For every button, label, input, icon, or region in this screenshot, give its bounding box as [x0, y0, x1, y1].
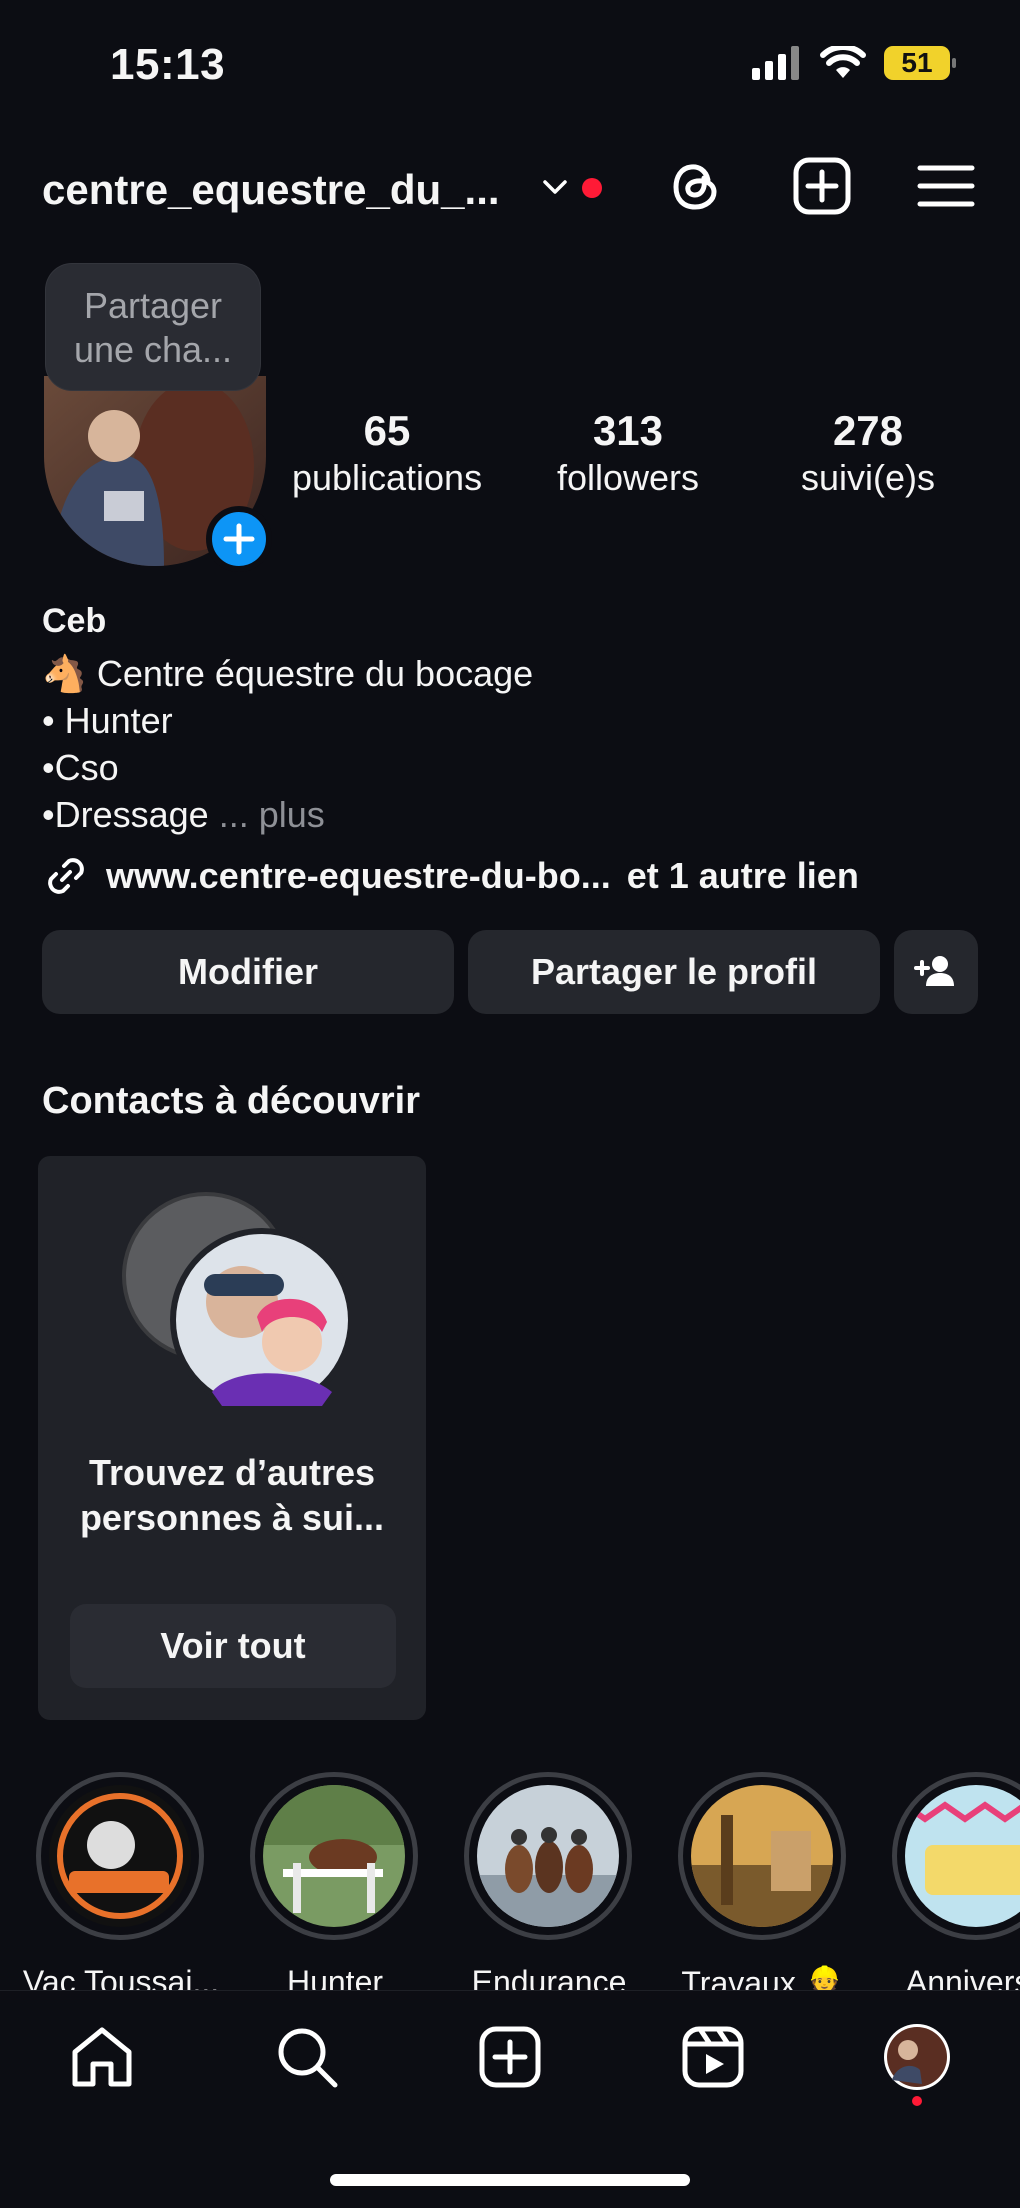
highlight-item[interactable]: Hunter [250, 1772, 420, 2000]
bio-line-3: •Cso [42, 747, 119, 788]
stat-value: 65 [363, 407, 411, 454]
see-all-button[interactable]: Voir tout [70, 1604, 396, 1688]
battery-indicator: 51 [884, 46, 956, 80]
wifi-icon [820, 46, 866, 78]
stat-label: publications [291, 457, 483, 498]
discover-people-button[interactable] [894, 930, 978, 1014]
highlight-cover [477, 1785, 619, 1927]
profile-link-extra[interactable]: et 1 autre lien [627, 855, 859, 897]
profile-tab-avatar[interactable] [882, 2022, 952, 2092]
link-icon [48, 858, 84, 894]
bio-line-4: •Dressage ... plus [42, 791, 533, 838]
profile-name: Ceb [42, 602, 107, 640]
stat-value: 278 [832, 407, 904, 454]
home-icon[interactable] [67, 2022, 137, 2092]
share-note-tooltip[interactable]: Partager une cha... [46, 264, 260, 390]
create-icon[interactable] [475, 2022, 545, 2092]
suggested-avatars [122, 1192, 352, 1412]
notification-dot [582, 178, 602, 198]
account-username[interactable]: centre_equestre_du_... [42, 166, 500, 214]
status-indicators: 51 [752, 46, 956, 80]
stat-followers[interactable]: 313 followers [530, 406, 726, 500]
bio-text: •Dressage [42, 794, 209, 835]
add-person-icon [914, 956, 954, 986]
edit-profile-button[interactable]: Modifier [42, 930, 454, 1014]
plus-icon [223, 523, 255, 555]
bio-line-1: 🐴 Centre équestre du bocage [42, 650, 533, 697]
highlight-cover [49, 1785, 191, 1927]
menu-icon[interactable] [914, 154, 978, 218]
profile-link-url[interactable]: www.centre-equestre-du-bo... [106, 855, 611, 897]
cellular-signal-icon [752, 46, 799, 80]
home-indicator [330, 2174, 690, 2186]
stat-label: followers [556, 457, 700, 498]
threads-icon[interactable] [664, 154, 728, 218]
highlight-cover [691, 1785, 833, 1927]
bio-line-2: • Hunter [42, 700, 173, 741]
profile-links[interactable]: www.centre-equestre-du-bo... et 1 autre … [42, 852, 859, 900]
share-profile-button[interactable]: Partager le profil [468, 930, 880, 1014]
bio-more-link[interactable]: ... plus [219, 794, 325, 835]
tooltip-line-2: une cha... [73, 329, 233, 370]
chevron-down-icon[interactable] [540, 172, 570, 202]
highlight-cover [263, 1785, 405, 1927]
search-icon[interactable] [272, 2022, 342, 2092]
discover-card-text: Trouvez d’autres personnes à sui... [79, 1452, 385, 1538]
tooltip-line-1: Partager [83, 285, 223, 326]
discover-title: Contacts à découvrir [42, 1080, 420, 1122]
highlight-item[interactable]: Anniversa [892, 1772, 1020, 2000]
stat-publications[interactable]: 65 publications [282, 406, 492, 500]
stat-label: suivi(e)s [800, 457, 935, 498]
create-post-icon[interactable] [790, 154, 854, 218]
highlight-cover [905, 1785, 1020, 1927]
highlight-item[interactable]: Vac Toussai... [23, 1772, 219, 2000]
add-story-button[interactable] [206, 506, 272, 572]
horse-emoji: 🐴 [42, 653, 87, 694]
profile-notification-dot [912, 2096, 922, 2106]
highlight-item[interactable]: Travaux 👷 [678, 1772, 848, 2001]
profile-bio: 🐴 Centre équestre du bocage • Hunter •Cs… [42, 650, 533, 838]
status-time: 15:13 [110, 40, 226, 89]
bio-text: Centre équestre du bocage [96, 653, 534, 694]
stat-following[interactable]: 278 suivi(e)s [776, 406, 960, 500]
highlight-item[interactable]: Endurance [464, 1772, 634, 2000]
stat-value: 313 [592, 407, 664, 454]
reels-icon[interactable] [678, 2022, 748, 2092]
